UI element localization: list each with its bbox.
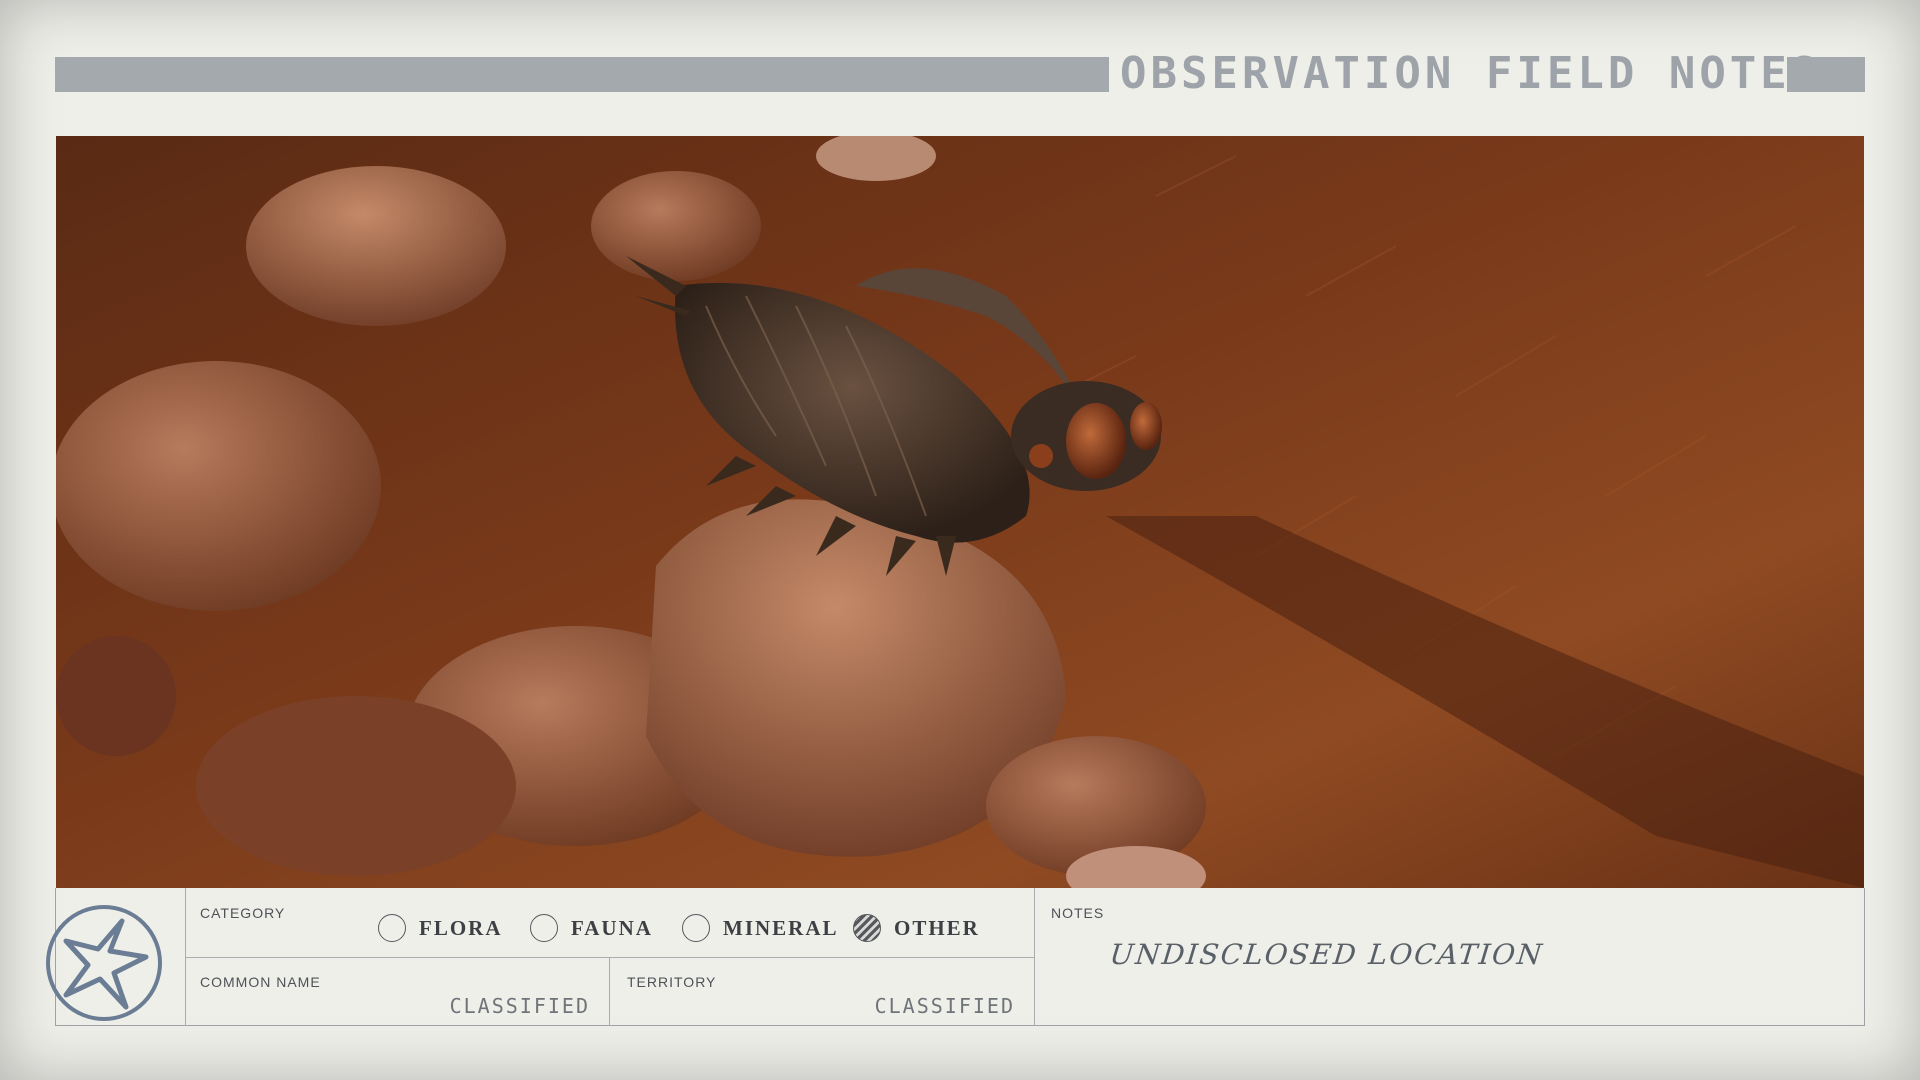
territory-value: CLASSIFIED <box>874 994 1015 1018</box>
observation-photo <box>56 136 1864 888</box>
other-label: OTHER <box>894 915 980 940</box>
mineral-label: MINERAL <box>723 915 839 940</box>
creature-photo-icon <box>56 136 1864 888</box>
category-option-other[interactable]: OTHER <box>853 912 980 944</box>
notes-label: NOTES <box>1051 905 1105 921</box>
other-radio[interactable] <box>853 914 881 942</box>
divider-notes <box>1034 888 1035 1026</box>
mineral-radio[interactable] <box>682 914 710 942</box>
flora-label: FLORA <box>419 915 503 940</box>
common-name-label: COMMON NAME <box>200 974 321 990</box>
fauna-label: FAUNA <box>571 915 653 940</box>
field-notes-card: OBSERVATION FIELD NOTES CATEGORY FLORA F… <box>0 0 1920 1080</box>
common-name-value: CLASSIFIED <box>449 994 590 1018</box>
divider-name-territory <box>609 958 610 1026</box>
category-label: CATEGORY <box>200 905 286 921</box>
fauna-radio[interactable] <box>530 914 558 942</box>
page-title: OBSERVATION FIELD NOTES <box>1120 48 1822 99</box>
notes-value: UNDISCLOSED LOCATION <box>1108 938 1546 971</box>
category-option-mineral[interactable]: MINERAL <box>682 912 839 944</box>
divider-category <box>185 957 1034 958</box>
header-bar-right <box>1787 57 1865 92</box>
territory-label: TERRITORY <box>627 974 717 990</box>
category-option-flora[interactable]: FLORA <box>378 912 503 944</box>
header-bar-left <box>55 57 1109 92</box>
flora-radio[interactable] <box>378 914 406 942</box>
starburst-emblem-icon <box>46 905 162 1021</box>
category-option-fauna[interactable]: FAUNA <box>530 912 653 944</box>
